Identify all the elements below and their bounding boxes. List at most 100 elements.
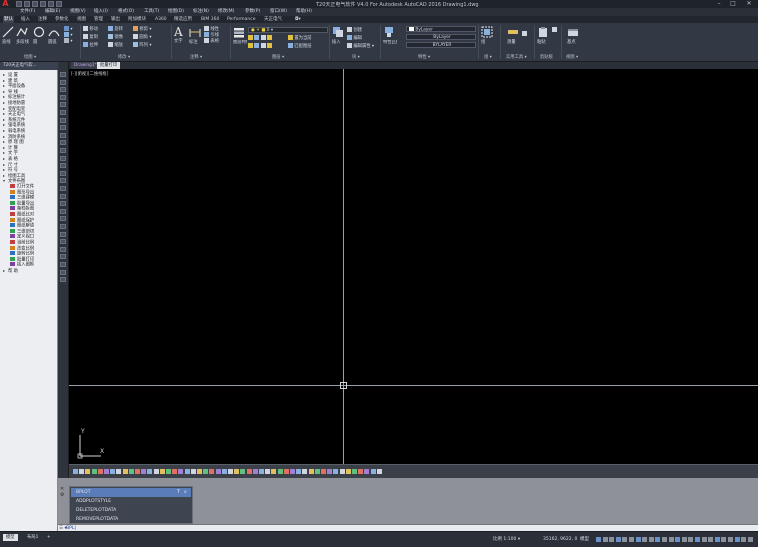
rotate-tool[interactable]: 旋转 [108, 26, 123, 32]
annotation-scale[interactable]: 比例 1:100 ▾ [493, 536, 520, 543]
polyline-button[interactable]: 多段线 [16, 26, 29, 46]
command-line[interactable]: ☰ ▾ BPL| [58, 524, 758, 531]
panel-properties-label[interactable]: 特性 ▾ [418, 55, 430, 61]
status-toggle-icon[interactable] [662, 537, 667, 542]
status-toggle-icon[interactable] [635, 537, 641, 542]
cad-tool-icon[interactable] [271, 469, 277, 474]
cad-tool-icon[interactable] [290, 469, 295, 474]
cad-tool-icon[interactable] [85, 469, 91, 474]
status-toggle-icon[interactable] [648, 537, 654, 542]
edit-attributes[interactable]: 编辑属性 ▾ [347, 43, 374, 49]
tab-tangent-electric[interactable]: 天正电气 [263, 16, 283, 23]
toolstrip-icon[interactable] [60, 224, 66, 229]
cad-tool-icon[interactable] [147, 469, 153, 474]
toolstrip-icon[interactable] [60, 193, 66, 199]
menu-help[interactable]: 帮助(H) [296, 8, 312, 16]
help-icon[interactable]: ? [177, 489, 180, 495]
toolstrip-icon[interactable] [60, 262, 66, 267]
cad-tool-icon[interactable] [308, 469, 314, 474]
status-toggle-icon[interactable] [741, 537, 747, 542]
tab-a360[interactable]: A360 [154, 16, 168, 23]
tab-manage[interactable]: 管理 [93, 16, 104, 23]
undo-icon[interactable] [56, 1, 62, 7]
status-toggle-icon[interactable] [602, 537, 608, 542]
menu-draw[interactable]: 绘图(D) [168, 8, 184, 16]
toolstrip-icon[interactable] [60, 170, 66, 176]
save-as-icon[interactable] [40, 1, 46, 7]
cad-tool-icon[interactable] [240, 469, 246, 474]
status-toggle-icon[interactable] [721, 537, 727, 542]
cad-tool-icon[interactable] [197, 469, 202, 474]
cad-tool-icon[interactable] [333, 469, 339, 474]
group-button[interactable]: 组 [481, 26, 493, 46]
toolstrip-icon[interactable] [60, 186, 66, 191]
status-toggle-icon[interactable] [714, 537, 720, 542]
measure-button[interactable]: 测量 [507, 26, 519, 46]
cad-tool-icon[interactable] [296, 469, 302, 474]
layer-tool-icon[interactable] [260, 43, 266, 48]
color-dropdown[interactable]: ByLayer [406, 26, 476, 33]
layer-tool-icon[interactable] [267, 35, 273, 40]
cad-tool-icon[interactable] [221, 469, 227, 474]
app-logo-icon[interactable]: A [1, 0, 10, 8]
linetype-dropdown[interactable]: ByLayer [406, 34, 476, 40]
cad-tool-icon[interactable] [314, 469, 320, 474]
model-space-toggle[interactable]: 模型 [580, 536, 589, 543]
ellipse-icon[interactable] [64, 38, 69, 43]
fillet-tool[interactable]: 圆角 ▾ [133, 34, 152, 40]
layer-tool-icon[interactable] [254, 43, 260, 48]
create-block[interactable]: 创建 [347, 27, 362, 33]
toolstrip-icon[interactable] [60, 231, 66, 237]
cad-tool-icon[interactable] [190, 469, 196, 474]
cad-tool-icon[interactable] [364, 469, 370, 474]
cad-tool-icon[interactable] [97, 469, 103, 474]
paste-button[interactable]: 粘贴 [537, 26, 549, 46]
scale-tool[interactable]: 缩放 [108, 42, 123, 48]
toolstrip-icon[interactable] [60, 87, 66, 93]
tab-parametric[interactable]: 参数化 [54, 16, 70, 23]
status-toggle-icon[interactable] [688, 537, 694, 542]
cad-tool-icon[interactable] [110, 469, 116, 474]
circle-button[interactable]: 圆 [33, 26, 45, 46]
cad-tool-icon[interactable] [135, 469, 140, 474]
status-toggle-icon[interactable] [668, 537, 674, 542]
rectangle-icon[interactable] [64, 26, 69, 31]
toolstrip-icon[interactable] [60, 117, 66, 123]
status-toggle-icon[interactable] [615, 537, 621, 542]
toolstrip-icon[interactable] [60, 155, 66, 161]
menu-dimension[interactable]: 标注(N) [193, 8, 209, 16]
cad-tool-icon[interactable] [209, 469, 215, 474]
layer-dropdown[interactable]: ● ☀ ■ 0 ▾ [248, 27, 328, 33]
search-icon[interactable]: ⌕ [184, 489, 187, 495]
tab-layout1[interactable]: 布局1 [24, 534, 41, 541]
tab-bim360[interactable]: BIM 360 [200, 16, 220, 23]
status-toggle-icon[interactable] [629, 537, 634, 542]
status-toggle-icon[interactable] [655, 537, 661, 542]
maximize-icon[interactable]: □ [726, 0, 740, 8]
save-icon[interactable] [32, 1, 38, 7]
status-toggle-icon[interactable] [701, 537, 707, 542]
tab-model[interactable]: 模型 [3, 534, 18, 541]
toolstrip-icon[interactable] [60, 102, 66, 108]
panel-title[interactable]: T20天正电气软... [0, 62, 58, 70]
cad-tool-icon[interactable] [265, 469, 271, 474]
toolstrip-icon[interactable] [60, 110, 66, 115]
cad-tool-icon[interactable] [252, 469, 258, 474]
tab-output[interactable]: 输出 [110, 16, 121, 23]
panel-draw-label[interactable]: 绘图 ▾ [24, 55, 36, 61]
panel-block-label[interactable]: 块 ▾ [352, 55, 360, 61]
minimize-icon[interactable]: – [712, 0, 726, 8]
trim-tool[interactable]: 修剪 ▾ [133, 26, 152, 32]
menu-tools[interactable]: 工具(T) [144, 8, 159, 16]
status-toggle-icon[interactable] [675, 537, 681, 542]
tab-view[interactable]: 视图 [76, 16, 87, 23]
panel-clipboard-label[interactable]: 剪贴板 [540, 55, 553, 61]
cad-tool-icon[interactable] [141, 469, 147, 474]
tab-featured-apps[interactable]: 精选应用 [173, 16, 193, 23]
cad-tool-icon[interactable] [352, 469, 357, 474]
tab-addins[interactable]: 附加模块 [127, 16, 147, 23]
cad-tool-icon[interactable] [228, 469, 233, 474]
add-layout-button[interactable]: + [44, 534, 54, 541]
arc-button[interactable]: 圆弧 [48, 26, 60, 46]
status-toggle-icon[interactable] [622, 537, 628, 542]
